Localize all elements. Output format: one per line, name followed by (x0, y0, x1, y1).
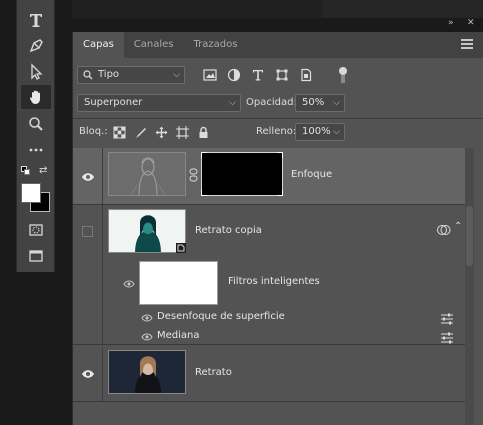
eye-icon[interactable] (141, 333, 153, 341)
eye-icon[interactable] (141, 314, 153, 322)
opacity-value: 50% (302, 97, 325, 108)
lock-pixels-icon[interactable] (134, 126, 147, 139)
layer-row-enfoque[interactable]: Enfoque (73, 148, 466, 205)
screen-mode-icon[interactable] (21, 244, 51, 268)
layer-thumbnail[interactable] (108, 209, 186, 253)
top-dark-strip (72, 0, 483, 18)
filter-kind-select[interactable]: Tipo ⌵ (77, 66, 185, 84)
tools-panel: ⇄ (16, 0, 55, 272)
lock-icons (113, 123, 210, 141)
lock-position-icon[interactable] (155, 126, 168, 139)
chevron-down-icon: ⌵ (229, 98, 236, 108)
swap-colors-icon[interactable]: ⇄ (39, 165, 47, 176)
filter-kind-label: Tipo (98, 69, 120, 80)
fill-label: Relleno: (256, 126, 297, 137)
lock-all-icon[interactable] (197, 126, 210, 139)
eye-icon[interactable] (81, 172, 95, 182)
eye-icon[interactable] (81, 369, 95, 379)
smart-filter-mask-thumbnail[interactable] (139, 261, 218, 305)
filter-toggle-icon[interactable] (339, 67, 347, 75)
fill-field[interactable]: 100% ⌵ (295, 123, 345, 141)
blend-row: Superponer ⌵ Opacidad: 50% ⌵ (73, 94, 483, 112)
more-tools-icon[interactable] (21, 138, 51, 162)
path-selection-tool-icon[interactable] (21, 60, 51, 84)
layer-filter-row: Tipo ⌵ (73, 66, 483, 84)
smart-object-filter-icon[interactable] (299, 68, 313, 82)
high-pass-thumbnail-image (129, 157, 167, 195)
close-panel-button[interactable]: ✕ (467, 18, 475, 32)
filter-icons (203, 66, 313, 84)
smart-filters-label: Filtros inteligentes (228, 276, 320, 287)
tab-paths[interactable]: Trazados (184, 32, 248, 58)
blend-mode-select[interactable]: Superponer ⌵ (77, 94, 241, 112)
collapse-panels-button[interactable]: » (448, 18, 454, 32)
foreground-color-swatch[interactable] (21, 183, 41, 203)
divider (73, 118, 483, 119)
quick-mask-icon[interactable] (21, 218, 51, 242)
filter-blending-options-icon[interactable] (440, 313, 454, 325)
lock-transparency-icon[interactable] (113, 126, 126, 139)
pixel-layer-filter-icon[interactable] (203, 68, 217, 82)
type-tool-icon[interactable] (21, 8, 51, 32)
filter-toggle-track (341, 75, 345, 83)
zoom-tool-icon[interactable] (21, 112, 51, 136)
layer-name: Enfoque (291, 169, 333, 180)
layer-name: Retrato (195, 367, 232, 378)
smart-object-icon (176, 243, 186, 253)
layer-name: Retrato copia (195, 225, 262, 236)
blend-mode-value: Superponer (84, 97, 143, 108)
eye-icon[interactable] (123, 280, 135, 288)
layer-thumbnail[interactable] (108, 152, 186, 196)
lock-label: Bloq.: (79, 126, 108, 137)
layers-list: Enfoque Retrato copia ⌃ Filtros intelige (73, 148, 466, 425)
opacity-field[interactable]: 50% ⌵ (295, 94, 345, 112)
filter-surface-blur[interactable]: Desenfoque de superficie (157, 311, 285, 322)
tab-channels[interactable]: Canales (124, 32, 184, 58)
type-layer-filter-icon[interactable] (251, 68, 265, 82)
panel-menu-icon[interactable] (461, 39, 473, 49)
tab-layers[interactable]: Capas (73, 32, 124, 58)
link-icon[interactable] (189, 168, 198, 182)
chevron-down-icon: ⌵ (333, 98, 340, 108)
hand-tool-icon[interactable] (21, 85, 51, 109)
pen-tool-icon[interactable] (21, 34, 51, 58)
layers-scrollbar[interactable] (465, 148, 474, 425)
smart-filters-icon (437, 225, 451, 235)
layer-row-retrato[interactable]: Retrato (73, 347, 466, 402)
default-colors-icon[interactable] (21, 166, 31, 176)
lock-artboard-icon[interactable] (176, 125, 189, 139)
shape-layer-filter-icon[interactable] (275, 68, 289, 82)
layer-mask-thumbnail[interactable] (201, 152, 283, 196)
filter-blending-options-icon[interactable] (440, 332, 454, 344)
filter-median[interactable]: Mediana (157, 330, 200, 341)
hidden-visibility-box[interactable] (82, 226, 93, 237)
chevron-down-icon: ⌵ (333, 127, 340, 137)
layer-row-retrato-copia[interactable]: Retrato copia ⌃ Filtros inteligentes Des… (73, 205, 466, 345)
layers-panel: Capas Canales Trazados Tipo ⌵ Superponer… (72, 32, 483, 425)
portrait-thumbnail-image (109, 351, 185, 393)
inverted-portrait-thumbnail-image (109, 210, 185, 252)
search-icon (83, 70, 93, 80)
panel-tabs: Capas Canales Trazados (73, 32, 483, 58)
layer-thumbnail[interactable] (108, 350, 186, 394)
chevron-down-icon: ⌵ (173, 70, 180, 80)
fill-value: 100% (302, 126, 331, 137)
opacity-label: Opacidad: (246, 97, 297, 108)
adjustment-layer-filter-icon[interactable] (227, 68, 241, 82)
lock-row: Bloq.: Relleno: 100% ⌵ (73, 123, 483, 141)
collapse-effects-icon[interactable]: ⌃ (454, 221, 462, 232)
scroll-thumb[interactable] (466, 206, 473, 266)
